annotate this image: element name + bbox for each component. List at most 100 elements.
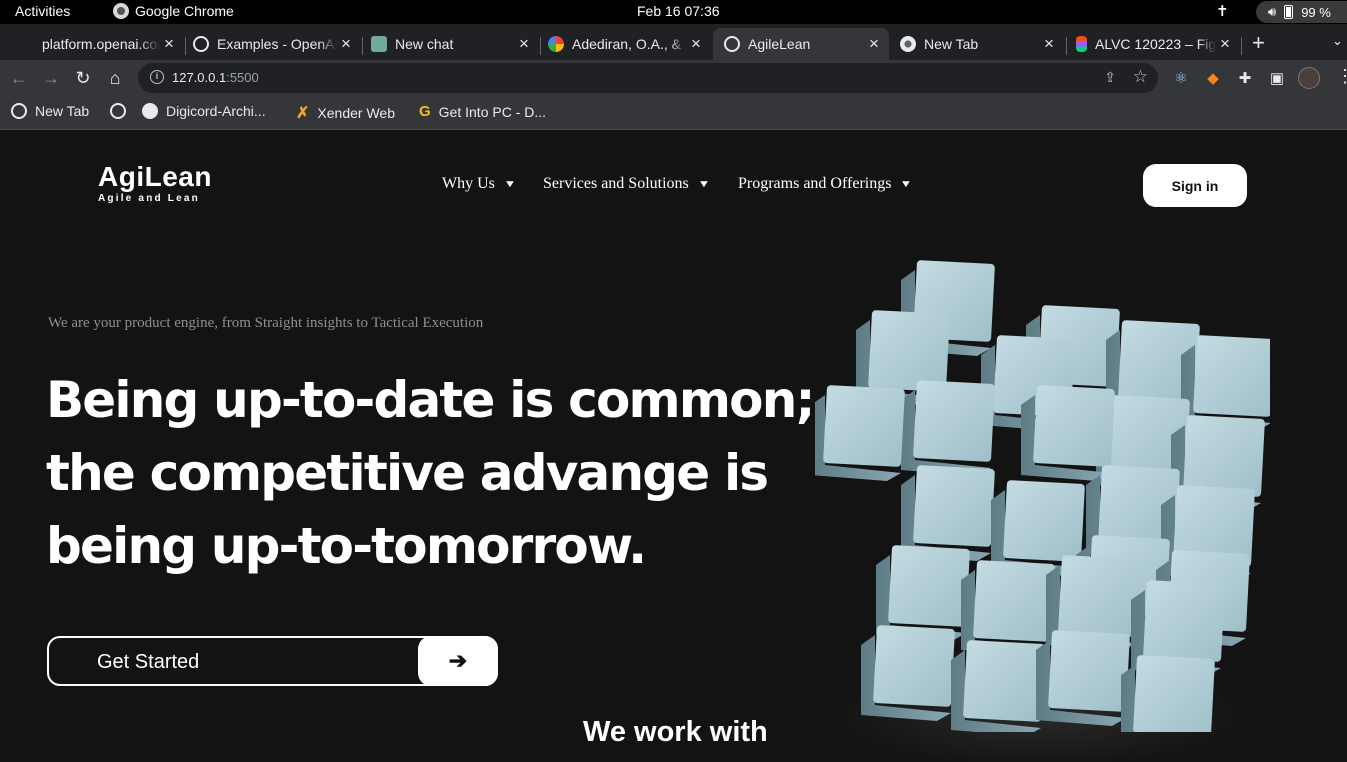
- globe-icon: [110, 103, 126, 119]
- chatgpt-icon: [371, 36, 387, 52]
- bookmark-star-icon[interactable]: ☆: [1133, 67, 1148, 87]
- react-devtools-icon[interactable]: ⚛: [1171, 68, 1191, 88]
- nav-label: Why Us: [442, 175, 495, 192]
- tab-title: Examples - OpenAI: [217, 36, 337, 52]
- side-panel-icon[interactable]: ▣: [1267, 68, 1287, 88]
- tab-title: platform.openai.com: [42, 36, 160, 52]
- get-started-label: Get Started: [97, 651, 200, 673]
- bookmark-label: Digicord-Archi...: [166, 103, 266, 119]
- close-icon[interactable]: ×: [1216, 34, 1234, 54]
- hero-eyebrow: We are your product engine, from Straigh…: [48, 315, 484, 331]
- tab-divider: [1066, 37, 1067, 55]
- logo-tagline: Agile and Lean: [98, 193, 200, 204]
- headline-line: being up-to-tomorrow.: [46, 517, 647, 575]
- close-icon[interactable]: ×: [515, 34, 533, 54]
- bookmark-label: Get Into PC - D...: [438, 103, 547, 120]
- back-button[interactable]: ←: [7, 66, 31, 90]
- section-title: We work with: [583, 716, 768, 748]
- google-icon: [548, 36, 564, 52]
- new-tab-button[interactable]: +: [1252, 30, 1265, 56]
- tab-examples-openai[interactable]: Examples - OpenAI ×: [193, 28, 355, 60]
- forward-button[interactable]: →: [39, 66, 63, 90]
- close-icon[interactable]: ×: [865, 34, 883, 54]
- close-icon[interactable]: ×: [1040, 34, 1058, 54]
- g-icon: G: [419, 103, 431, 120]
- bookmark-digicord[interactable]: Digicord-Archi...: [142, 103, 266, 119]
- home-button[interactable]: ⌂: [103, 66, 127, 90]
- chrome-icon: [900, 36, 916, 52]
- tab-title: AgileLean: [748, 36, 811, 52]
- metamask-icon[interactable]: ◆: [1203, 68, 1223, 88]
- get-started-button[interactable]: Get Started ➔: [47, 636, 498, 686]
- tab-title: New chat: [395, 36, 454, 52]
- tab-divider: [185, 37, 186, 55]
- github-icon: [142, 103, 158, 119]
- chrome-icon: [113, 3, 129, 19]
- app-menu[interactable]: Google Chrome: [113, 3, 234, 19]
- headline-line: the competitive advange is: [46, 444, 769, 502]
- nav-services-solutions[interactable]: Services and Solutions ▼: [543, 175, 711, 193]
- tab-strip: platform.openai.com × Examples - OpenAI …: [0, 24, 1347, 60]
- close-icon[interactable]: ×: [337, 34, 355, 54]
- bookmarks-bar: New Tab Digicord-Archi... ✗ Xender Web G…: [0, 96, 1347, 130]
- info-icon[interactable]: i: [150, 70, 164, 84]
- xender-icon: ✗: [296, 105, 310, 122]
- tab-divider: [362, 37, 363, 55]
- sign-in-button[interactable]: Sign in: [1143, 164, 1247, 207]
- tab-new-chat[interactable]: New chat ×: [371, 28, 533, 60]
- extensions-icon[interactable]: ✚: [1235, 68, 1255, 88]
- tab-divider: [1241, 37, 1242, 55]
- bookmark-new-tab[interactable]: New Tab: [11, 103, 89, 119]
- tab-title: ALVC 120223 – Figma: [1095, 36, 1216, 52]
- address-bar[interactable]: i 127.0.0.1:5500 ⇪ ☆: [138, 63, 1158, 93]
- site-logo[interactable]: AgiLean Agile and Lean: [98, 161, 212, 205]
- nav-programs-offerings[interactable]: Programs and Offerings ▼: [738, 175, 913, 193]
- caret-down-icon: ▼: [899, 178, 913, 190]
- tab-platform-openai[interactable]: platform.openai.com ×: [20, 28, 178, 60]
- figma-icon: [1076, 36, 1087, 52]
- reload-button[interactable]: ↻: [71, 66, 95, 90]
- hero-headline: Being up-to-date is common; the competit…: [46, 364, 815, 583]
- chevron-down-icon[interactable]: ⌄: [1332, 33, 1343, 49]
- app-name: Google Chrome: [135, 3, 234, 19]
- volume-icon: 🔊︎: [1268, 4, 1277, 19]
- nav-why-us[interactable]: Why Us ▼: [442, 175, 517, 193]
- globe-icon: [724, 36, 740, 52]
- close-icon[interactable]: ×: [687, 34, 705, 54]
- logo-wordmark: AgiLean: [98, 161, 212, 192]
- share-icon[interactable]: ⇪: [1104, 69, 1116, 86]
- tab-new-tab[interactable]: New Tab ×: [900, 28, 1058, 60]
- tab-divider: [540, 37, 541, 55]
- battery-level: 99 %: [1301, 4, 1331, 20]
- tab-title: Adediran, O.A., & ...: [572, 36, 687, 52]
- arrow-right-icon[interactable]: ➔: [418, 636, 498, 686]
- bookmark-getintopc[interactable]: G Get Into PC - D...: [419, 103, 546, 120]
- bookmark-label: New Tab: [35, 103, 90, 119]
- url-text[interactable]: 127.0.0.1:5500: [172, 70, 259, 85]
- bookmark-globe[interactable]: [110, 103, 126, 119]
- activities-button[interactable]: Activities: [15, 3, 70, 19]
- system-menu[interactable]: 🔊︎ 99 %: [1256, 1, 1347, 23]
- bookmark-xender[interactable]: ✗ Xender Web: [296, 103, 395, 123]
- system-top-bar: Activities Google Chrome Feb 16 07:36 ✝ …: [0, 0, 1347, 24]
- browser-toolbar: ← → ↻ ⌂ i 127.0.0.1:5500 ⇪ ☆ ⚛ ◆ ✚ ▣ ⋮: [0, 60, 1347, 96]
- hero-cube-illustration: [815, 260, 1270, 732]
- clock[interactable]: Feb 16 07:36: [637, 3, 720, 19]
- globe-icon: [11, 103, 27, 119]
- close-icon[interactable]: ×: [160, 34, 178, 54]
- caret-down-icon: ▼: [503, 178, 517, 190]
- tab-title: New Tab: [924, 36, 979, 52]
- more-menu-icon[interactable]: ⋮: [1336, 66, 1347, 87]
- profile-avatar[interactable]: [1298, 67, 1320, 89]
- caret-down-icon: ▼: [697, 178, 711, 190]
- nav-label: Programs and Offerings: [738, 175, 892, 192]
- battery-icon: [1284, 5, 1294, 19]
- tab-agilelean[interactable]: AgileLean ×: [713, 28, 889, 60]
- accessibility-icon[interactable]: ✝: [1216, 2, 1229, 20]
- tab-figma[interactable]: ALVC 120223 – Figma ×: [1076, 28, 1234, 60]
- openai-icon: [193, 36, 209, 52]
- page-content: AgiLean Agile and Lean Why Us ▼ Services…: [0, 130, 1347, 762]
- tab-adediran[interactable]: Adediran, O.A., & ... ×: [548, 28, 705, 60]
- headline-line: Being up-to-date is common;: [46, 371, 815, 429]
- bookmark-label: Xender Web: [317, 105, 395, 121]
